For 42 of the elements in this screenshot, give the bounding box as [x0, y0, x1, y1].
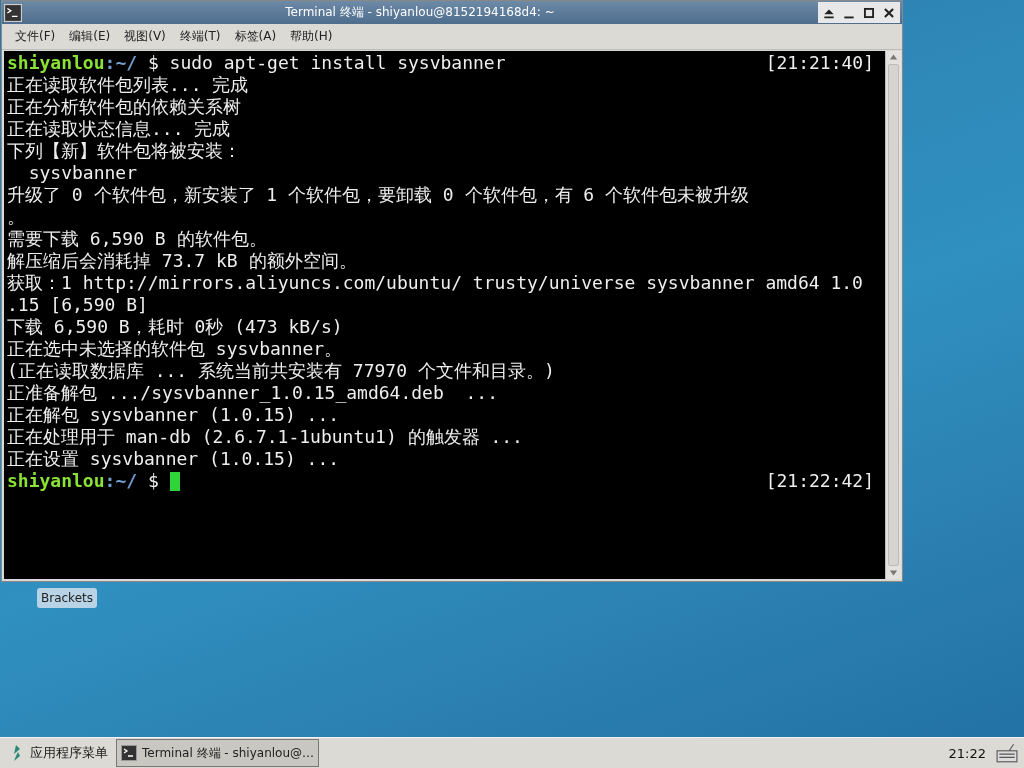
output-line: 正在设置 sysvbanner (1.0.15) ... [7, 448, 341, 470]
output-line: 升级了 0 个软件包，新安装了 1 个软件包，要卸载 0 个软件包，有 6 个软件包未被升级 [7, 184, 751, 206]
output-line: 解压缩后会消耗掉 73.7 kB 的额外空间。 [7, 250, 358, 272]
clock: 21:22 [948, 745, 986, 761]
output-line: 正在解包 sysvbanner (1.0.15) ... [7, 404, 341, 426]
output-line: 。 [7, 206, 26, 228]
output-line: 下列【新】软件包将被安装： [7, 140, 242, 162]
scrollbar[interactable] [885, 51, 901, 579]
output-line: 正在分析软件包的依赖关系树 [7, 96, 242, 118]
terminal-icon[interactable] [4, 3, 22, 22]
output-line: 正在读取软件包列表... 完成 [7, 74, 250, 96]
prompt-user: shiyanlou [7, 52, 105, 74]
prompt-path: :~/ [104, 470, 138, 492]
output-line: sysvbanner [27, 162, 139, 184]
prompt-path: :~/ [104, 52, 138, 74]
command-text: $ [146, 470, 160, 492]
output-line: .15 [6,590 B] [7, 294, 149, 316]
prompt-user: shiyanlou [7, 470, 105, 492]
keyboard-icon[interactable] [996, 742, 1018, 764]
desktop-icon-label[interactable]: Brackets [37, 588, 97, 608]
output-line: (正在读取数据库 ... 系统当前共安装有 77970 个文件和目录。) [7, 360, 556, 382]
app-menu-label: 应用程序菜单 [30, 744, 108, 762]
timestamp: [21:22:42] [765, 470, 875, 492]
output-line: 获取：1 http://mirrors.aliyuncs.com/ubuntu/ trusty/universe sysvbanner amd64 1.0 [7, 272, 864, 294]
output-line: 下载 6,590 B，耗时 0秒 (473 kB/s) [7, 316, 344, 338]
output-line: 正在选中未选择的软件包 sysvbanner。 [7, 338, 344, 360]
menu-item[interactable]: 视图(V) [117, 26, 173, 47]
taskbar-task[interactable]: Terminal 终端 - shiyanlou@… [116, 739, 320, 767]
output-line: 正在处理用于 man-db (2.6.7.1-1ubuntu1) 的触发器 ... [7, 426, 524, 448]
terminal-icon [121, 745, 137, 761]
menu-item[interactable]: 标签(A) [227, 26, 284, 47]
menu-item[interactable]: 文件(F) [8, 26, 63, 47]
timestamp: [21:21:40] [765, 52, 875, 74]
menu-item[interactable]: 帮助(H) [283, 26, 340, 47]
command-text: $ sudo apt-get install sysvbanner [146, 52, 506, 74]
output-line: 需要下载 6,590 B 的软件包。 [7, 228, 268, 250]
output-line: 正在读取状态信息... 完成 [7, 118, 232, 140]
output-line: 正准备解包 .../sysvbanner_1.0.15_amd64.deb ... [7, 382, 499, 404]
menu-item[interactable]: 终端(T) [172, 26, 228, 47]
window-title: Terminal 终端 - shiyanlou@8152194168d4: ~ [284, 4, 556, 21]
app-menu-button[interactable]: 应用程序菜单 [2, 739, 116, 767]
menu-item[interactable]: 编辑(E) [62, 26, 118, 47]
